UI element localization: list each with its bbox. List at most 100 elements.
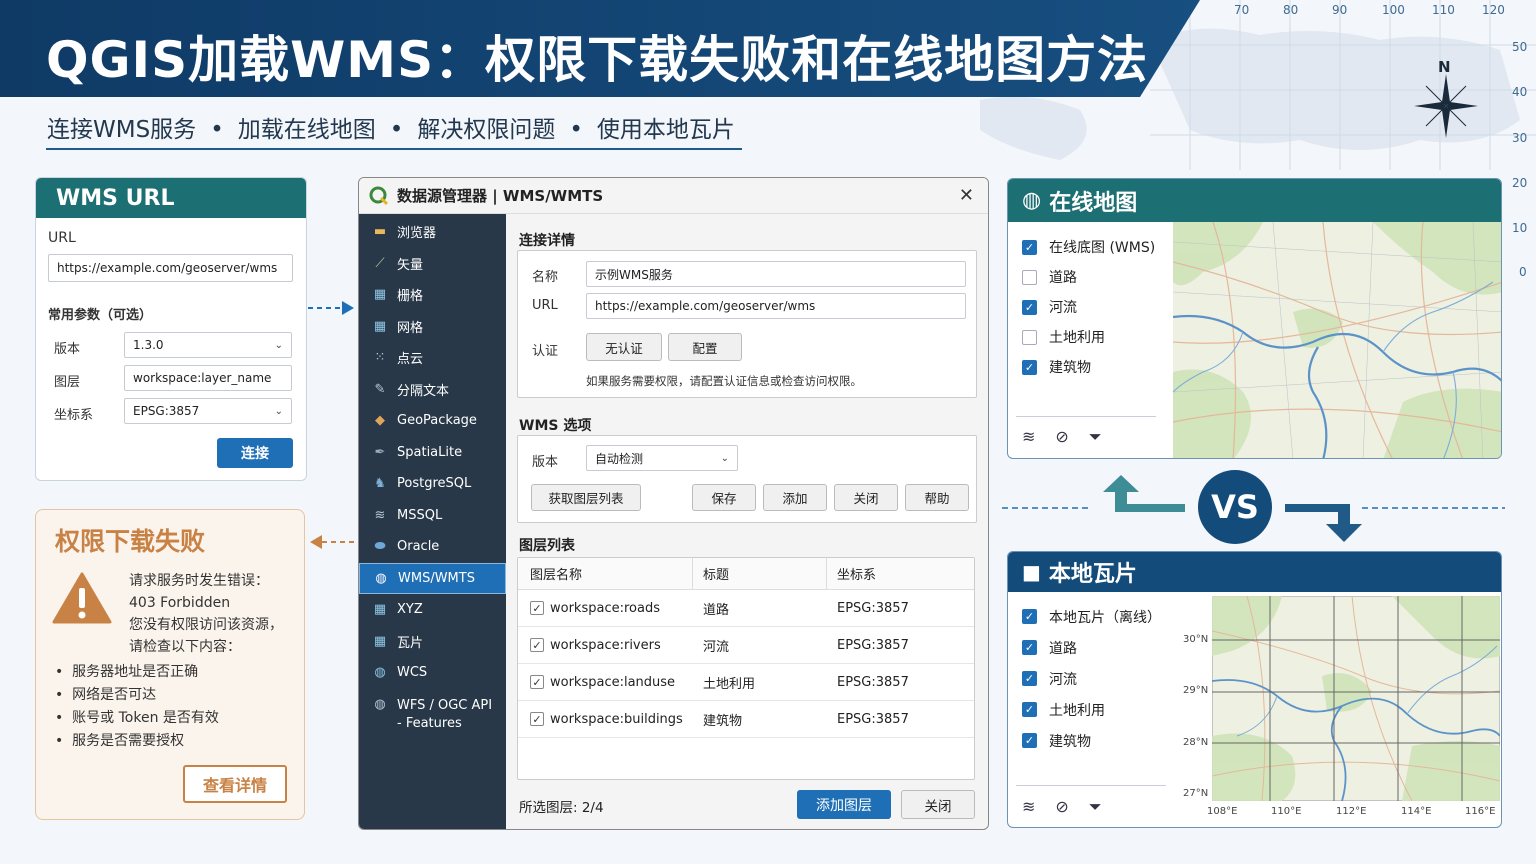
table-row[interactable]: ✓ workspace:roads 道路 EPSG:3857 bbox=[518, 590, 974, 627]
layers-hide-icon[interactable]: ⊘ bbox=[1055, 797, 1068, 817]
url-input-value: https://example.com/geoserver/wms bbox=[57, 261, 278, 275]
sidebar-item-label: WMS/WMTS bbox=[398, 570, 475, 586]
sidebar-item-postgresql[interactable]: ♞ PostgreSQL bbox=[359, 468, 506, 500]
options-version-select[interactable]: 自动检测 ⌄ bbox=[586, 445, 738, 471]
layer-toggle[interactable]: ✓ 本地瓦片（离线） bbox=[1022, 601, 1172, 632]
row-checkbox[interactable]: ✓ bbox=[530, 601, 544, 615]
layer-toggle[interactable]: ✓ 道路 bbox=[1022, 632, 1172, 663]
layer-toggle[interactable]: 道路 bbox=[1022, 262, 1162, 292]
sidebar-item-mssql[interactable]: ≋ MSSQL bbox=[359, 500, 506, 532]
sidebar-item-wms-wmts[interactable]: ◍ WMS/WMTS bbox=[359, 562, 506, 594]
layer-toggle[interactable]: ✓ 建筑物 bbox=[1022, 725, 1172, 756]
layer-input[interactable]: workspace:layer_name bbox=[124, 365, 292, 391]
fetch-layers-button[interactable]: 获取图层列表 bbox=[531, 484, 641, 511]
filter-icon[interactable]: ⏷ bbox=[1089, 797, 1102, 817]
filter-icon[interactable]: ⏷ bbox=[1089, 427, 1102, 447]
row-checkbox[interactable]: ✓ bbox=[530, 712, 544, 726]
layers-hide-icon[interactable]: ⊘ bbox=[1055, 427, 1068, 447]
sidebar-item-spatialite[interactable]: ✒ SpatiaLite bbox=[359, 437, 506, 469]
online-toolbar: ≋ ⊘ ⏷ bbox=[1022, 427, 1102, 447]
sidebar-item-vector[interactable]: ⟋ 矢量 bbox=[359, 248, 506, 280]
vs-badge: VS bbox=[1198, 470, 1272, 544]
grid-right-label: 40 bbox=[1512, 85, 1528, 99]
add-button[interactable]: 添加 bbox=[763, 484, 827, 511]
sidebar-item-browser[interactable]: ▬ 浏览器 bbox=[359, 216, 506, 248]
checkbox-unchecked-icon[interactable] bbox=[1022, 329, 1037, 345]
checkbox-unchecked-icon[interactable] bbox=[1022, 269, 1037, 285]
name-input[interactable]: 示例WMS服务 bbox=[586, 261, 966, 287]
checkbox-checked-icon[interactable]: ✓ bbox=[1022, 359, 1037, 375]
layers-icon[interactable]: ≋ bbox=[1022, 427, 1035, 447]
layer-toggle[interactable]: ✓ 河流 bbox=[1022, 663, 1172, 694]
connect-button[interactable]: 连接 bbox=[217, 438, 293, 468]
footer-close-button[interactable]: 关闭 bbox=[901, 790, 975, 819]
row-checkbox[interactable]: ✓ bbox=[530, 675, 544, 689]
close-icon[interactable]: ✕ bbox=[959, 185, 974, 206]
checkbox-checked-icon[interactable]: ✓ bbox=[1022, 671, 1037, 686]
options-section-title: WMS 选项 bbox=[519, 418, 592, 434]
wms-url-card: WMS URL URL https://example.com/geoserve… bbox=[35, 177, 307, 481]
table-row[interactable]: ✓ workspace:rivers 河流 EPSG:3857 bbox=[518, 627, 974, 664]
options-close-button[interactable]: 关闭 bbox=[834, 484, 898, 511]
sidebar-item-point-cloud[interactable]: ⁙ 点云 bbox=[359, 342, 506, 374]
sidebar-item-label: 矢量 bbox=[397, 257, 424, 273]
options-version-label: 版本 bbox=[532, 455, 559, 470]
layer-toggle[interactable]: 土地利用 bbox=[1022, 322, 1162, 352]
sidebar-item-wfs[interactable]: ◍ WFS / OGC API - Features bbox=[359, 689, 506, 733]
auth-label: 认证 bbox=[532, 344, 559, 359]
checkbox-checked-icon[interactable]: ✓ bbox=[1022, 702, 1037, 717]
crs-select[interactable]: EPSG:3857 ⌄ bbox=[124, 398, 292, 424]
grid-top-label: 100 bbox=[1382, 3, 1405, 17]
layer-toggle[interactable]: ✓ 土地利用 bbox=[1022, 694, 1172, 725]
checklist-item: • 服务器地址是否正确 bbox=[55, 661, 219, 684]
tile-icon: ▦ bbox=[373, 633, 387, 649]
grid-top-label: 110 bbox=[1432, 3, 1455, 17]
no-auth-button[interactable]: 无认证 bbox=[586, 333, 662, 361]
local-tile-map-view[interactable] bbox=[1212, 596, 1500, 801]
layer-toggle-label: 道路 bbox=[1049, 640, 1077, 657]
sidebar-item-oracle[interactable]: ⬬ Oracle bbox=[359, 531, 506, 563]
sidebar-item-geopackage[interactable]: ◆ GeoPackage bbox=[359, 405, 506, 437]
error-message: 请求服务时发生错误： 403 Forbidden 您没有权限访问该资源， 请检查… bbox=[129, 570, 283, 658]
layer-toggle[interactable]: ✓ 河流 bbox=[1022, 292, 1162, 322]
checklist-item: • 网络是否可达 bbox=[55, 684, 219, 707]
lon-tick: 112°E bbox=[1336, 806, 1367, 817]
postgresql-icon: ♞ bbox=[374, 476, 386, 492]
add-layer-button[interactable]: 添加图层 bbox=[797, 790, 891, 819]
connection-url-input[interactable]: https://example.com/geoserver/wms bbox=[586, 293, 966, 319]
folder-icon: ■ bbox=[1022, 560, 1041, 584]
table-row[interactable]: ✓ workspace:landuse 土地利用 EPSG:3857 bbox=[518, 664, 974, 701]
sidebar-item-mesh[interactable]: ▦ 网格 bbox=[359, 311, 506, 343]
column-header-crs[interactable]: 坐标系 bbox=[827, 564, 876, 583]
sidebar-item-tiles[interactable]: ▦ 瓦片 bbox=[359, 626, 506, 658]
version-select[interactable]: 1.3.0 ⌄ bbox=[124, 332, 292, 358]
view-details-button[interactable]: 查看详情 bbox=[183, 765, 287, 803]
online-map-view[interactable] bbox=[1173, 222, 1502, 459]
url-input[interactable]: https://example.com/geoserver/wms bbox=[48, 254, 293, 282]
column-header-name[interactable]: 图层名称 bbox=[518, 558, 693, 589]
table-row[interactable]: ✓ workspace:buildings 建筑物 EPSG:3857 bbox=[518, 701, 974, 738]
sidebar-item-xyz[interactable]: ▦ XYZ bbox=[359, 594, 506, 626]
layer-crs: EPSG:3857 bbox=[837, 674, 909, 690]
checkbox-checked-icon[interactable]: ✓ bbox=[1022, 609, 1037, 624]
layer-input-value: workspace:layer_name bbox=[133, 371, 272, 385]
checkbox-checked-icon[interactable]: ✓ bbox=[1022, 640, 1037, 655]
sidebar-item-raster[interactable]: ▦ 栅格 bbox=[359, 279, 506, 311]
sidebar-item-delimited-text[interactable]: ✎ 分隔文本 bbox=[359, 374, 506, 406]
layers-icon[interactable]: ≋ bbox=[1022, 797, 1035, 817]
row-checkbox[interactable]: ✓ bbox=[530, 638, 544, 652]
save-button[interactable]: 保存 bbox=[692, 484, 756, 511]
layer-toggle[interactable]: ✓ 建筑物 bbox=[1022, 352, 1162, 382]
column-header-title[interactable]: 标题 bbox=[693, 558, 827, 589]
error-line: 您没有权限访问该资源， bbox=[129, 617, 283, 633]
online-map-panel: ◍ 在线地图 ✓ 在线底图 (WMS) 道路 ✓ 河流 土地利用 ✓ 建筑物 ≋ ⊘ … bbox=[1007, 178, 1502, 459]
checkbox-checked-icon[interactable]: ✓ bbox=[1022, 733, 1037, 748]
layer-toggle[interactable]: ✓ 在线底图 (WMS) bbox=[1022, 232, 1162, 262]
checkbox-checked-icon[interactable]: ✓ bbox=[1022, 299, 1037, 315]
config-button[interactable]: 配置 bbox=[668, 333, 742, 361]
sidebar-item-label: 点云 bbox=[397, 352, 424, 368]
checkbox-checked-icon[interactable]: ✓ bbox=[1022, 239, 1037, 255]
sidebar-item-wcs[interactable]: ◍ WCS bbox=[359, 657, 506, 689]
local-panel-header: ■ 本地瓦片 bbox=[1008, 552, 1501, 592]
help-button[interactable]: 帮助 bbox=[905, 484, 969, 511]
